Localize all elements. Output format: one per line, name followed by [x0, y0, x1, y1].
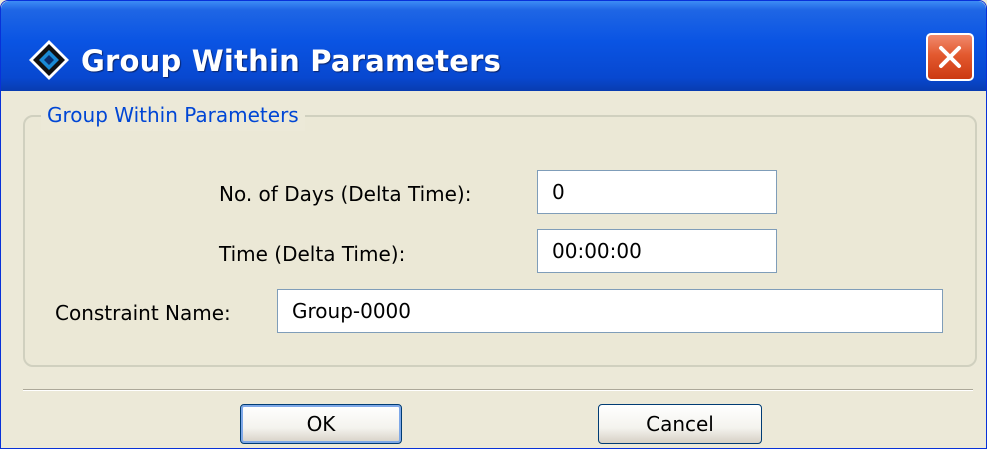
window-title: Group Within Parameters [81, 44, 502, 78]
groupbox-legend: Group Within Parameters [41, 99, 305, 131]
days-input[interactable] [537, 170, 777, 214]
diamond-app-icon [29, 40, 69, 80]
cancel-button[interactable]: Cancel [598, 404, 762, 444]
title-bar[interactable]: Group Within Parameters [1, 1, 986, 91]
close-icon [939, 46, 961, 68]
constraint-name-label: Constraint Name: [55, 301, 231, 325]
button-separator [23, 389, 973, 391]
time-label: Time (Delta Time): [219, 242, 406, 266]
days-label: No. of Days (Delta Time): [219, 182, 472, 206]
constraint-name-input[interactable] [277, 289, 943, 333]
close-button[interactable] [926, 33, 974, 81]
time-input[interactable] [537, 229, 777, 273]
dialog-window: Group Within Parameters Group Within Par… [0, 0, 987, 449]
ok-button[interactable]: OK [240, 404, 402, 444]
